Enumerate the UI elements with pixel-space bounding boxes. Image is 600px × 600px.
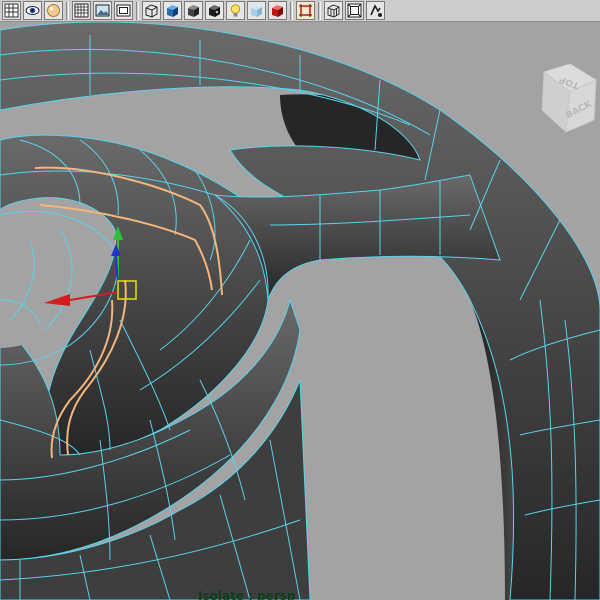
lighting-button[interactable] [226,1,245,20]
textured-shade-button[interactable] [184,1,203,20]
toolbar-separator [318,1,321,20]
dark-shade-button[interactable] [205,1,224,20]
mesh-scene[interactable] [0,22,600,600]
toolbar-separator [66,1,69,20]
x-ray-button[interactable] [247,1,266,20]
x-ray-cube-icon [251,5,262,17]
resolution-gate-icon [370,4,382,17]
view-cube-icon[interactable]: TOP BACK [536,62,600,134]
toolbar-separator [290,1,293,20]
textured-cube-icon [188,5,199,17]
red-shade-button[interactable] [268,1,287,20]
maya-perspective-viewport: TOP BACK Isolate : persp [0,0,600,600]
view-cube[interactable]: TOP BACK [536,62,600,134]
perspective-viewport[interactable]: TOP BACK [0,22,600,600]
wireframe-cube-icon [145,4,158,18]
red-cube-icon [272,5,283,17]
checker-grid-icon [74,3,89,18]
sphere-icon [47,4,60,17]
resolution-gate-button[interactable] [366,1,385,20]
image-plane-button[interactable] [93,1,112,20]
film-gate-icon [347,3,362,18]
shading-sphere-button[interactable] [44,1,63,20]
wireframe-button[interactable] [142,1,161,20]
panel-toolbar [0,0,600,22]
image-plane-icon [95,4,110,17]
hud-isolate-label: Isolate : persp [198,589,296,600]
eye-icon [25,6,40,15]
checker-grid-button[interactable] [72,1,91,20]
dark-cube-icon [209,5,220,17]
grid-cube-button[interactable] [324,1,343,20]
light-bulb-icon [230,4,241,17]
film-gate-button[interactable] [345,1,364,20]
toolbar-separator [136,1,139,20]
grid-view-icon [4,3,19,18]
camera-film-icon [116,4,131,17]
grid-cube-icon [327,4,340,18]
isolate-select-button[interactable] [296,1,315,20]
camera-eye-button[interactable] [23,1,42,20]
camera-film-button[interactable] [114,1,133,20]
smooth-shade-button[interactable] [163,1,182,20]
grid-view-button[interactable] [2,1,21,20]
smooth-shade-cube-icon [167,5,178,17]
isolate-select-icon [299,4,312,17]
